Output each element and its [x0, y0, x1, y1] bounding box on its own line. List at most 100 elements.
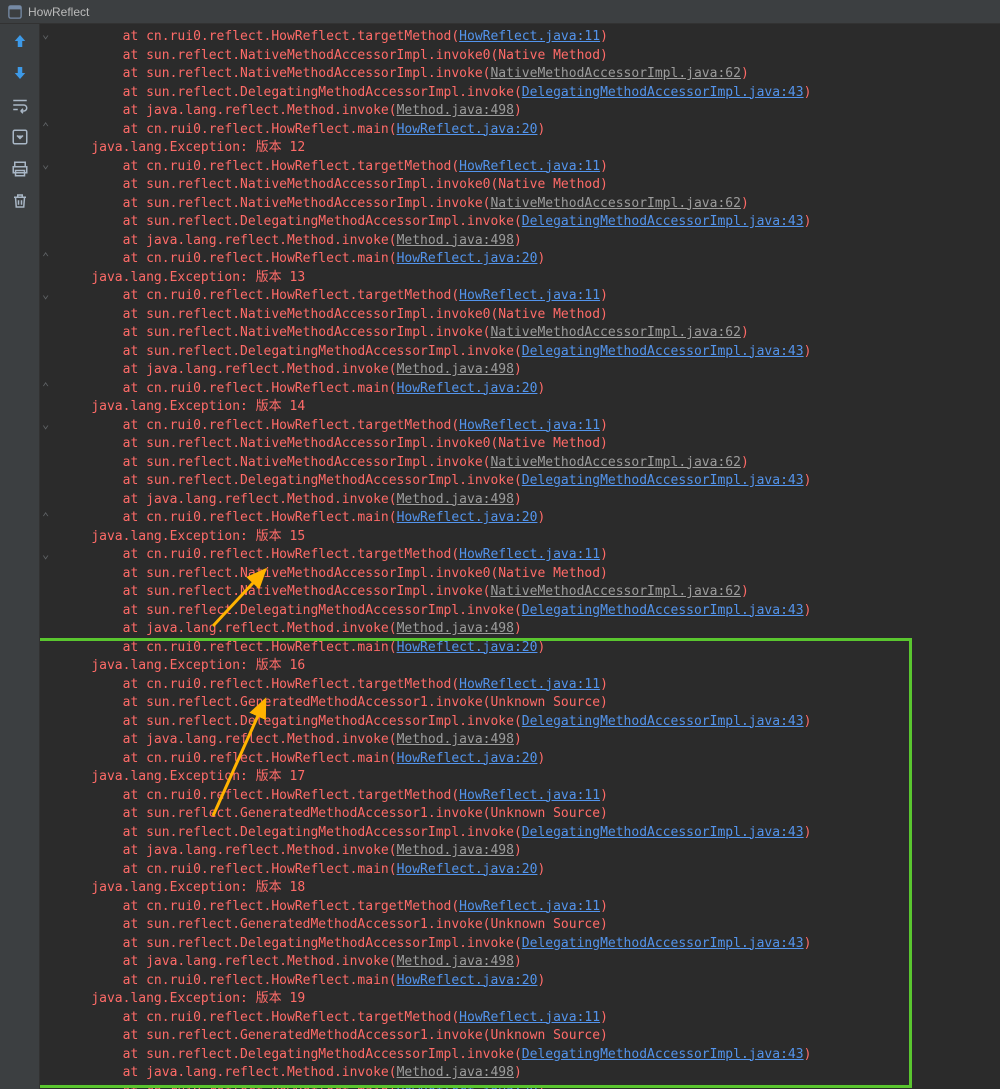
fold-marker-icon[interactable]: ⌄ [42, 158, 54, 170]
fold-marker-icon[interactable]: ⌃ [42, 121, 54, 133]
source-link[interactable]: HowReflect.java:20 [397, 510, 538, 525]
source-link[interactable]: HowReflect.java:11 [459, 547, 600, 562]
stderr-text: ) [537, 973, 545, 988]
source-link[interactable]: NativeMethodAccessorImpl.java:62 [490, 584, 740, 599]
console-line: at sun.reflect.NativeMethodAccessorImpl.… [60, 324, 1000, 343]
source-link[interactable]: HowReflect.java:20 [397, 640, 538, 655]
source-link[interactable]: DelegatingMethodAccessorImpl.java:43 [522, 825, 804, 840]
stderr-text: ) [600, 159, 608, 174]
fold-marker-icon[interactable]: ⌄ [42, 418, 54, 430]
console-line: at sun.reflect.GeneratedMethodAccessor1.… [60, 805, 1000, 824]
fold-marker-icon[interactable]: ⌄ [42, 288, 54, 300]
fold-marker-icon[interactable]: ⌃ [42, 511, 54, 523]
stderr-text: at sun.reflect.NativeMethodAccessorImpl.… [123, 48, 608, 63]
stderr-text: at cn.rui0.reflect.HowReflect.targetMeth… [123, 288, 460, 303]
source-link[interactable]: Method.java:498 [397, 362, 514, 377]
stderr-text: at cn.rui0.reflect.HowReflect.targetMeth… [123, 1010, 460, 1025]
down-arrow-icon[interactable] [11, 64, 29, 82]
console-line: at sun.reflect.DelegatingMethodAccessorI… [60, 1046, 1000, 1065]
console-line: at sun.reflect.DelegatingMethodAccessorI… [60, 472, 1000, 491]
fold-marker-icon[interactable]: ⌄ [42, 28, 54, 40]
fold-marker-icon[interactable]: ⌃ [42, 251, 54, 263]
stderr-text: java.lang.Exception: 版本 13 [91, 270, 305, 285]
source-link[interactable]: Method.java:498 [397, 233, 514, 248]
source-link[interactable]: Method.java:498 [397, 843, 514, 858]
tool-gutter [0, 24, 40, 1089]
console-line: at java.lang.reflect.Method.invoke(Metho… [60, 232, 1000, 251]
stderr-text: ) [537, 751, 545, 766]
source-link[interactable]: NativeMethodAccessorImpl.java:62 [490, 66, 740, 81]
source-link[interactable]: DelegatingMethodAccessorImpl.java:43 [522, 214, 804, 229]
window-title: HowReflect [28, 5, 89, 19]
stderr-text: ) [537, 251, 545, 266]
console-line: java.lang.Exception: 版本 12 [60, 139, 1000, 158]
source-link[interactable]: HowReflect.java:20 [397, 862, 538, 877]
stderr-text: at sun.reflect.NativeMethodAccessorImpl.… [123, 566, 608, 581]
source-link[interactable]: DelegatingMethodAccessorImpl.java:43 [522, 473, 804, 488]
source-link[interactable]: HowReflect.java:11 [459, 1010, 600, 1025]
source-link[interactable]: Method.java:498 [397, 954, 514, 969]
print-icon[interactable] [11, 160, 29, 178]
stderr-text: at sun.reflect.DelegatingMethodAccessorI… [123, 936, 522, 951]
source-link[interactable]: HowReflect.java:11 [459, 418, 600, 433]
stderr-text: at sun.reflect.GeneratedMethodAccessor1.… [123, 1028, 608, 1043]
stderr-text: at sun.reflect.GeneratedMethodAccessor1.… [123, 917, 608, 932]
source-link[interactable]: HowReflect.java:20 [397, 973, 538, 988]
source-link[interactable]: HowReflect.java:11 [459, 899, 600, 914]
source-link[interactable]: Method.java:498 [397, 1065, 514, 1080]
stderr-text: ) [514, 732, 522, 747]
stderr-text: at sun.reflect.NativeMethodAccessorImpl.… [123, 177, 608, 192]
source-link[interactable]: Method.java:498 [397, 621, 514, 636]
stderr-text: at cn.rui0.reflect.HowReflect.main( [123, 510, 397, 525]
console-line: java.lang.Exception: 版本 13 [60, 269, 1000, 288]
source-link[interactable]: DelegatingMethodAccessorImpl.java:43 [522, 936, 804, 951]
stderr-text: at sun.reflect.DelegatingMethodAccessorI… [123, 344, 522, 359]
soft-wrap-icon[interactable] [11, 96, 29, 114]
source-link[interactable]: NativeMethodAccessorImpl.java:62 [490, 196, 740, 211]
source-link[interactable]: HowReflect.java:11 [459, 677, 600, 692]
source-link[interactable]: HowReflect.java:20 [397, 1084, 538, 1089]
source-link[interactable]: DelegatingMethodAccessorImpl.java:43 [522, 344, 804, 359]
source-link[interactable]: NativeMethodAccessorImpl.java:62 [490, 455, 740, 470]
console-line: at sun.reflect.NativeMethodAccessorImpl.… [60, 195, 1000, 214]
up-arrow-icon[interactable] [11, 32, 29, 50]
delete-icon[interactable] [11, 192, 29, 210]
console-line: at java.lang.reflect.Method.invoke(Metho… [60, 620, 1000, 639]
source-link[interactable]: DelegatingMethodAccessorImpl.java:43 [522, 603, 804, 618]
source-link[interactable]: Method.java:498 [397, 732, 514, 747]
source-link[interactable]: DelegatingMethodAccessorImpl.java:43 [522, 1047, 804, 1062]
stderr-text: ) [741, 196, 749, 211]
stderr-text: ) [804, 473, 812, 488]
stderr-text: at sun.reflect.DelegatingMethodAccessorI… [123, 473, 522, 488]
console-line: java.lang.Exception: 版本 18 [60, 879, 1000, 898]
fold-marker-icon[interactable]: ⌃ [42, 381, 54, 393]
source-link[interactable]: Method.java:498 [397, 103, 514, 118]
source-link[interactable]: HowReflect.java:11 [459, 288, 600, 303]
source-link[interactable]: NativeMethodAccessorImpl.java:62 [490, 325, 740, 340]
source-link[interactable]: HowReflect.java:11 [459, 159, 600, 174]
console-line: at cn.rui0.reflect.HowReflect.targetMeth… [60, 287, 1000, 306]
stderr-text: ) [600, 1010, 608, 1025]
stderr-text: ) [600, 418, 608, 433]
console-line: at cn.rui0.reflect.HowReflect.main(HowRe… [60, 121, 1000, 140]
source-link[interactable]: HowReflect.java:11 [459, 29, 600, 44]
stderr-text: ) [514, 1065, 522, 1080]
console-line: at sun.reflect.GeneratedMethodAccessor1.… [60, 1027, 1000, 1046]
source-link[interactable]: HowReflect.java:20 [397, 122, 538, 137]
source-link[interactable]: HowReflect.java:11 [459, 788, 600, 803]
source-link[interactable]: DelegatingMethodAccessorImpl.java:43 [522, 85, 804, 100]
stderr-text: at cn.rui0.reflect.HowReflect.targetMeth… [123, 29, 460, 44]
console-line: at sun.reflect.GeneratedMethodAccessor1.… [60, 916, 1000, 935]
console-line: at sun.reflect.NativeMethodAccessorImpl.… [60, 454, 1000, 473]
source-link[interactable]: HowReflect.java:20 [397, 751, 538, 766]
scroll-to-end-icon[interactable] [11, 128, 29, 146]
stderr-text: ) [804, 714, 812, 729]
source-link[interactable]: Method.java:498 [397, 492, 514, 507]
source-link[interactable]: HowReflect.java:20 [397, 251, 538, 266]
source-link[interactable]: DelegatingMethodAccessorImpl.java:43 [522, 714, 804, 729]
source-link[interactable]: HowReflect.java:20 [397, 381, 538, 396]
console-line: at java.lang.reflect.Method.invoke(Metho… [60, 491, 1000, 510]
stderr-text: ) [741, 584, 749, 599]
stderr-text: ) [514, 233, 522, 248]
fold-marker-icon[interactable]: ⌄ [42, 548, 54, 560]
